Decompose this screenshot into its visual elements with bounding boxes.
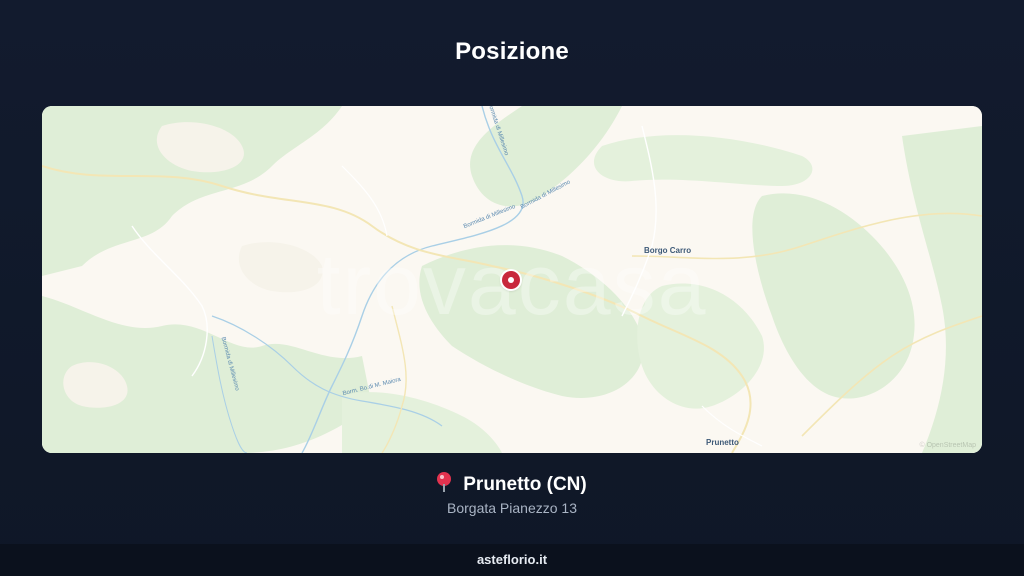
map-label-prunetto: Prunetto [706, 438, 739, 447]
map-attribution: © OpenStreetMap [919, 442, 976, 449]
page: Posizione Borgo Carro Prunetto Bormida d… [0, 0, 1024, 576]
footer: asteflorio.it [0, 544, 1024, 576]
footer-site: asteflorio.it [476, 552, 548, 567]
pin-icon [437, 472, 452, 492]
page-title: Posizione [455, 38, 569, 65]
location-name-row: Prunetto (CN) [0, 472, 1024, 496]
location-address: Borgata Pianezzo 13 [447, 500, 577, 516]
location-marker-icon[interactable] [502, 271, 520, 289]
location-map[interactable]: trovacasa Borgo Carro Prunetto Bormida d… [42, 106, 982, 453]
map-label-borgo-carro: Borgo Carro [644, 246, 692, 255]
location-name: Prunetto (CN) [463, 474, 587, 495]
